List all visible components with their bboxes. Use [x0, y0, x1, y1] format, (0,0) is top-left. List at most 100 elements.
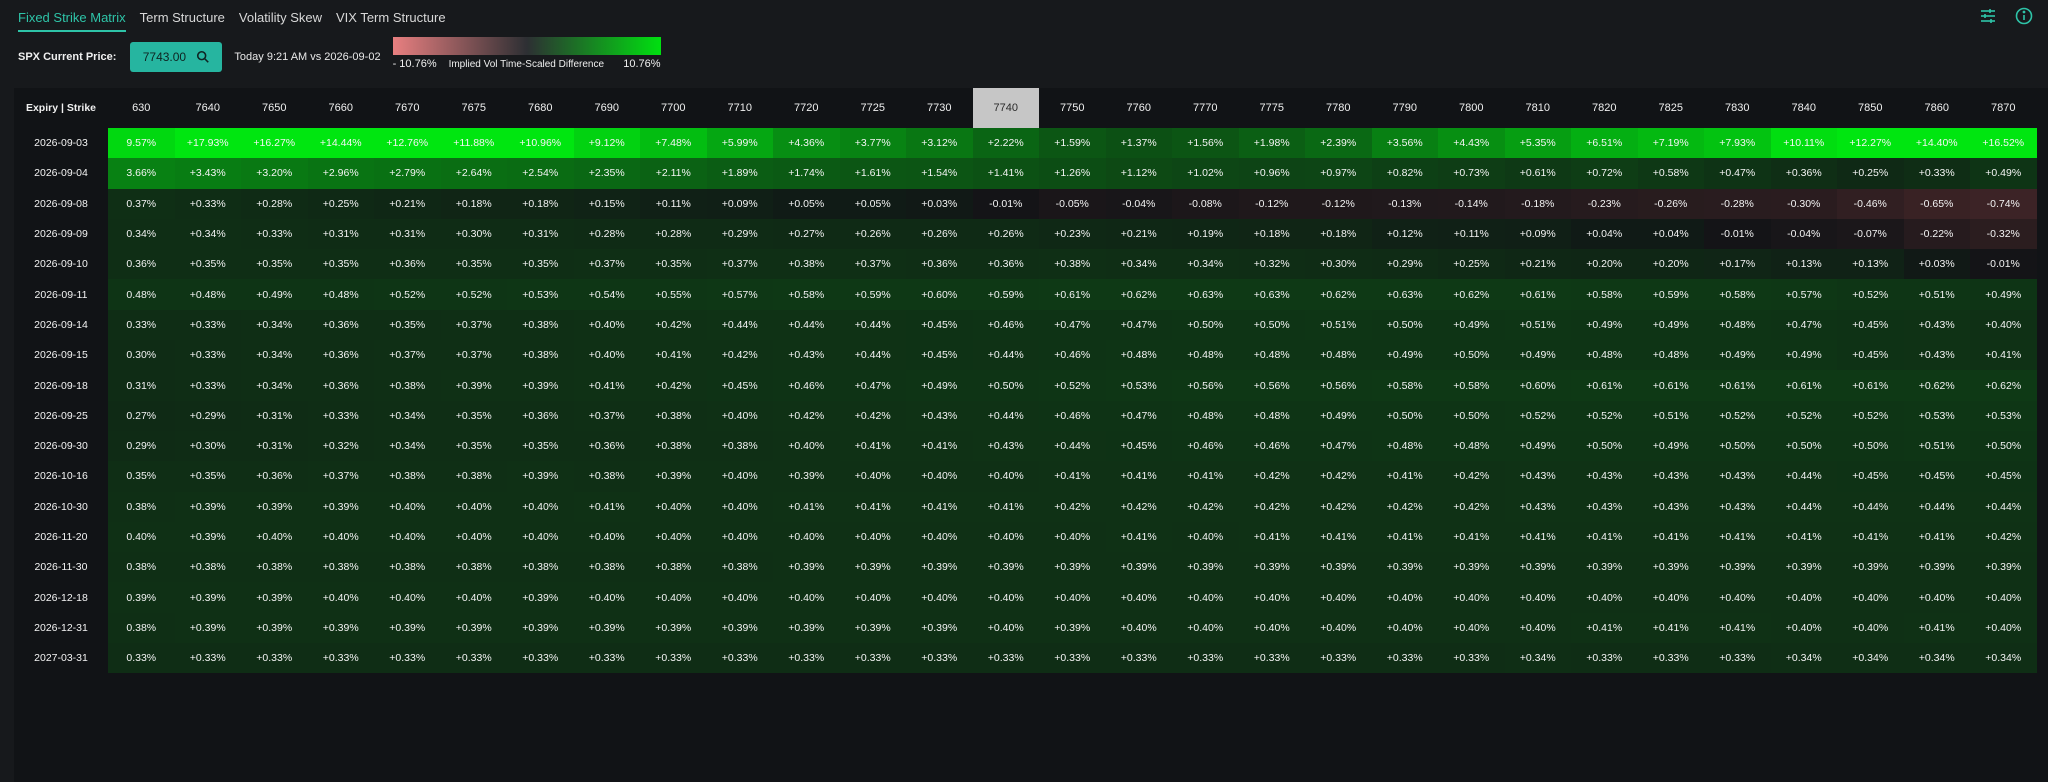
strike-header[interactable]: 7720 — [773, 88, 840, 128]
matrix-cell[interactable]: +0.37% — [440, 340, 507, 371]
strike-header[interactable]: 7730 — [906, 88, 973, 128]
matrix-cell[interactable]: +0.38% — [507, 340, 574, 371]
strike-header[interactable]: 7775 — [1238, 88, 1305, 128]
matrix-cell[interactable]: +0.48% — [1571, 340, 1638, 371]
matrix-cell[interactable]: +0.18% — [1305, 218, 1372, 250]
matrix-cell[interactable]: +0.30% — [174, 430, 241, 462]
matrix-cell[interactable]: +0.41% — [839, 430, 906, 462]
strike-header[interactable]: 7725 — [839, 88, 906, 128]
matrix-cell[interactable]: +0.42% — [773, 400, 840, 431]
matrix-cell[interactable]: +0.40% — [1172, 521, 1239, 553]
matrix-cell[interactable]: 0.34% — [108, 218, 175, 250]
matrix-cell[interactable]: +0.40% — [972, 521, 1039, 553]
matrix-cell[interactable]: +0.49% — [1970, 158, 2037, 189]
matrix-cell[interactable]: +4.36% — [773, 128, 840, 159]
matrix-cell[interactable]: +0.40% — [906, 461, 973, 492]
matrix-cell[interactable]: +0.36% — [241, 461, 308, 492]
matrix-cell[interactable]: +0.38% — [507, 309, 574, 341]
matrix-cell[interactable]: +0.41% — [573, 370, 640, 401]
matrix-cell[interactable]: +0.33% — [1438, 643, 1505, 674]
matrix-cell[interactable]: +0.56% — [1172, 370, 1239, 401]
matrix-cell[interactable]: +12.76% — [374, 128, 441, 159]
matrix-cell[interactable]: +0.51% — [1903, 430, 1970, 462]
matrix-cell[interactable]: +0.42% — [1438, 491, 1505, 522]
matrix-cell[interactable]: +0.39% — [1970, 552, 2037, 583]
matrix-cell[interactable]: +0.43% — [972, 430, 1039, 462]
matrix-cell[interactable]: +0.43% — [1571, 461, 1638, 492]
matrix-cell[interactable]: +0.34% — [174, 218, 241, 250]
matrix-cell[interactable]: +0.45% — [1837, 309, 1904, 341]
matrix-cell[interactable]: +0.40% — [374, 521, 441, 553]
matrix-cell[interactable]: +0.47% — [1704, 158, 1771, 189]
matrix-cell[interactable]: +0.34% — [241, 340, 308, 371]
strike-header[interactable]: 7790 — [1371, 88, 1438, 128]
strike-header[interactable]: 7690 — [573, 88, 640, 128]
matrix-cell[interactable]: +0.37% — [706, 249, 773, 280]
matrix-cell[interactable]: +0.43% — [1637, 461, 1704, 492]
matrix-cell[interactable]: +1.54% — [906, 158, 973, 189]
matrix-cell[interactable]: +14.44% — [307, 128, 374, 159]
matrix-cell[interactable]: +0.50% — [1172, 309, 1239, 341]
matrix-cell[interactable]: -0.04% — [1105, 188, 1172, 219]
matrix-cell[interactable]: +0.38% — [573, 552, 640, 583]
matrix-cell[interactable]: +1.12% — [1105, 158, 1172, 189]
matrix-cell[interactable]: +0.15% — [573, 188, 640, 219]
matrix-cell[interactable]: +0.61% — [1571, 370, 1638, 401]
matrix-cell[interactable]: +0.52% — [1039, 370, 1106, 401]
matrix-cell[interactable]: +0.31% — [307, 218, 374, 250]
matrix-cell[interactable]: +0.40% — [307, 521, 374, 553]
matrix-cell[interactable]: +0.51% — [1305, 309, 1372, 341]
matrix-cell[interactable]: +0.39% — [174, 521, 241, 553]
tab-term-structure[interactable]: Term Structure — [140, 0, 225, 34]
matrix-cell[interactable]: +0.28% — [241, 188, 308, 219]
matrix-cell[interactable]: +10.96% — [507, 128, 574, 159]
matrix-cell[interactable]: +0.50% — [1371, 400, 1438, 431]
matrix-cell[interactable]: +0.43% — [1504, 491, 1571, 522]
matrix-cell[interactable]: +0.36% — [307, 370, 374, 401]
matrix-cell[interactable]: 0.35% — [108, 461, 175, 492]
matrix-cell[interactable]: +0.52% — [1704, 400, 1771, 431]
matrix-cell[interactable]: +0.40% — [1172, 612, 1239, 644]
matrix-cell[interactable]: +0.42% — [1305, 491, 1372, 522]
matrix-cell[interactable]: -0.05% — [1039, 188, 1106, 219]
matrix-cell[interactable]: +0.41% — [1571, 521, 1638, 553]
matrix-cell[interactable]: +0.43% — [1704, 491, 1771, 522]
matrix-cell[interactable]: +0.41% — [1970, 340, 2037, 371]
matrix-cell[interactable]: +0.50% — [1704, 430, 1771, 462]
matrix-cell[interactable]: +0.50% — [1571, 430, 1638, 462]
matrix-cell[interactable]: +0.40% — [1837, 582, 1904, 613]
matrix-cell[interactable]: +0.40% — [1039, 582, 1106, 613]
matrix-cell[interactable]: +0.21% — [1504, 249, 1571, 280]
matrix-cell[interactable]: +0.33% — [1105, 643, 1172, 674]
matrix-cell[interactable]: +0.48% — [1238, 340, 1305, 371]
strike-header[interactable]: 7850 — [1837, 88, 1904, 128]
matrix-cell[interactable]: +0.40% — [1438, 612, 1505, 644]
matrix-cell[interactable]: +3.77% — [839, 128, 906, 159]
matrix-cell[interactable]: +0.33% — [374, 643, 441, 674]
matrix-cell[interactable]: 0.29% — [108, 430, 175, 462]
info-icon[interactable] — [2014, 6, 2034, 26]
matrix-cell[interactable]: +0.73% — [1438, 158, 1505, 189]
strike-header[interactable]: 630 — [108, 88, 175, 128]
matrix-cell[interactable]: +0.38% — [1039, 249, 1106, 280]
matrix-cell[interactable]: +0.38% — [440, 552, 507, 583]
matrix-cell[interactable]: +0.39% — [440, 370, 507, 401]
matrix-cell[interactable]: +0.20% — [1637, 249, 1704, 280]
matrix-cell[interactable]: +0.38% — [706, 552, 773, 583]
matrix-cell[interactable]: +0.61% — [1704, 370, 1771, 401]
matrix-cell[interactable]: +10.11% — [1770, 128, 1837, 159]
matrix-cell[interactable]: +0.34% — [1105, 249, 1172, 280]
matrix-cell[interactable]: +0.52% — [1837, 400, 1904, 431]
matrix-cell[interactable]: 9.57% — [108, 128, 175, 159]
matrix-cell[interactable]: +0.40% — [507, 491, 574, 522]
matrix-cell[interactable]: +0.40% — [573, 309, 640, 341]
matrix-cell[interactable]: +0.18% — [1238, 218, 1305, 250]
matrix-cell[interactable]: +17.93% — [174, 128, 241, 159]
matrix-cell[interactable]: +0.40% — [906, 582, 973, 613]
matrix-cell[interactable]: +0.58% — [1438, 370, 1505, 401]
matrix-cell[interactable]: +0.43% — [1571, 491, 1638, 522]
strike-header[interactable]: 7710 — [706, 88, 773, 128]
matrix-cell[interactable]: -0.30% — [1770, 188, 1837, 219]
matrix-cell[interactable]: -0.23% — [1571, 188, 1638, 219]
matrix-cell[interactable]: +0.40% — [507, 521, 574, 553]
